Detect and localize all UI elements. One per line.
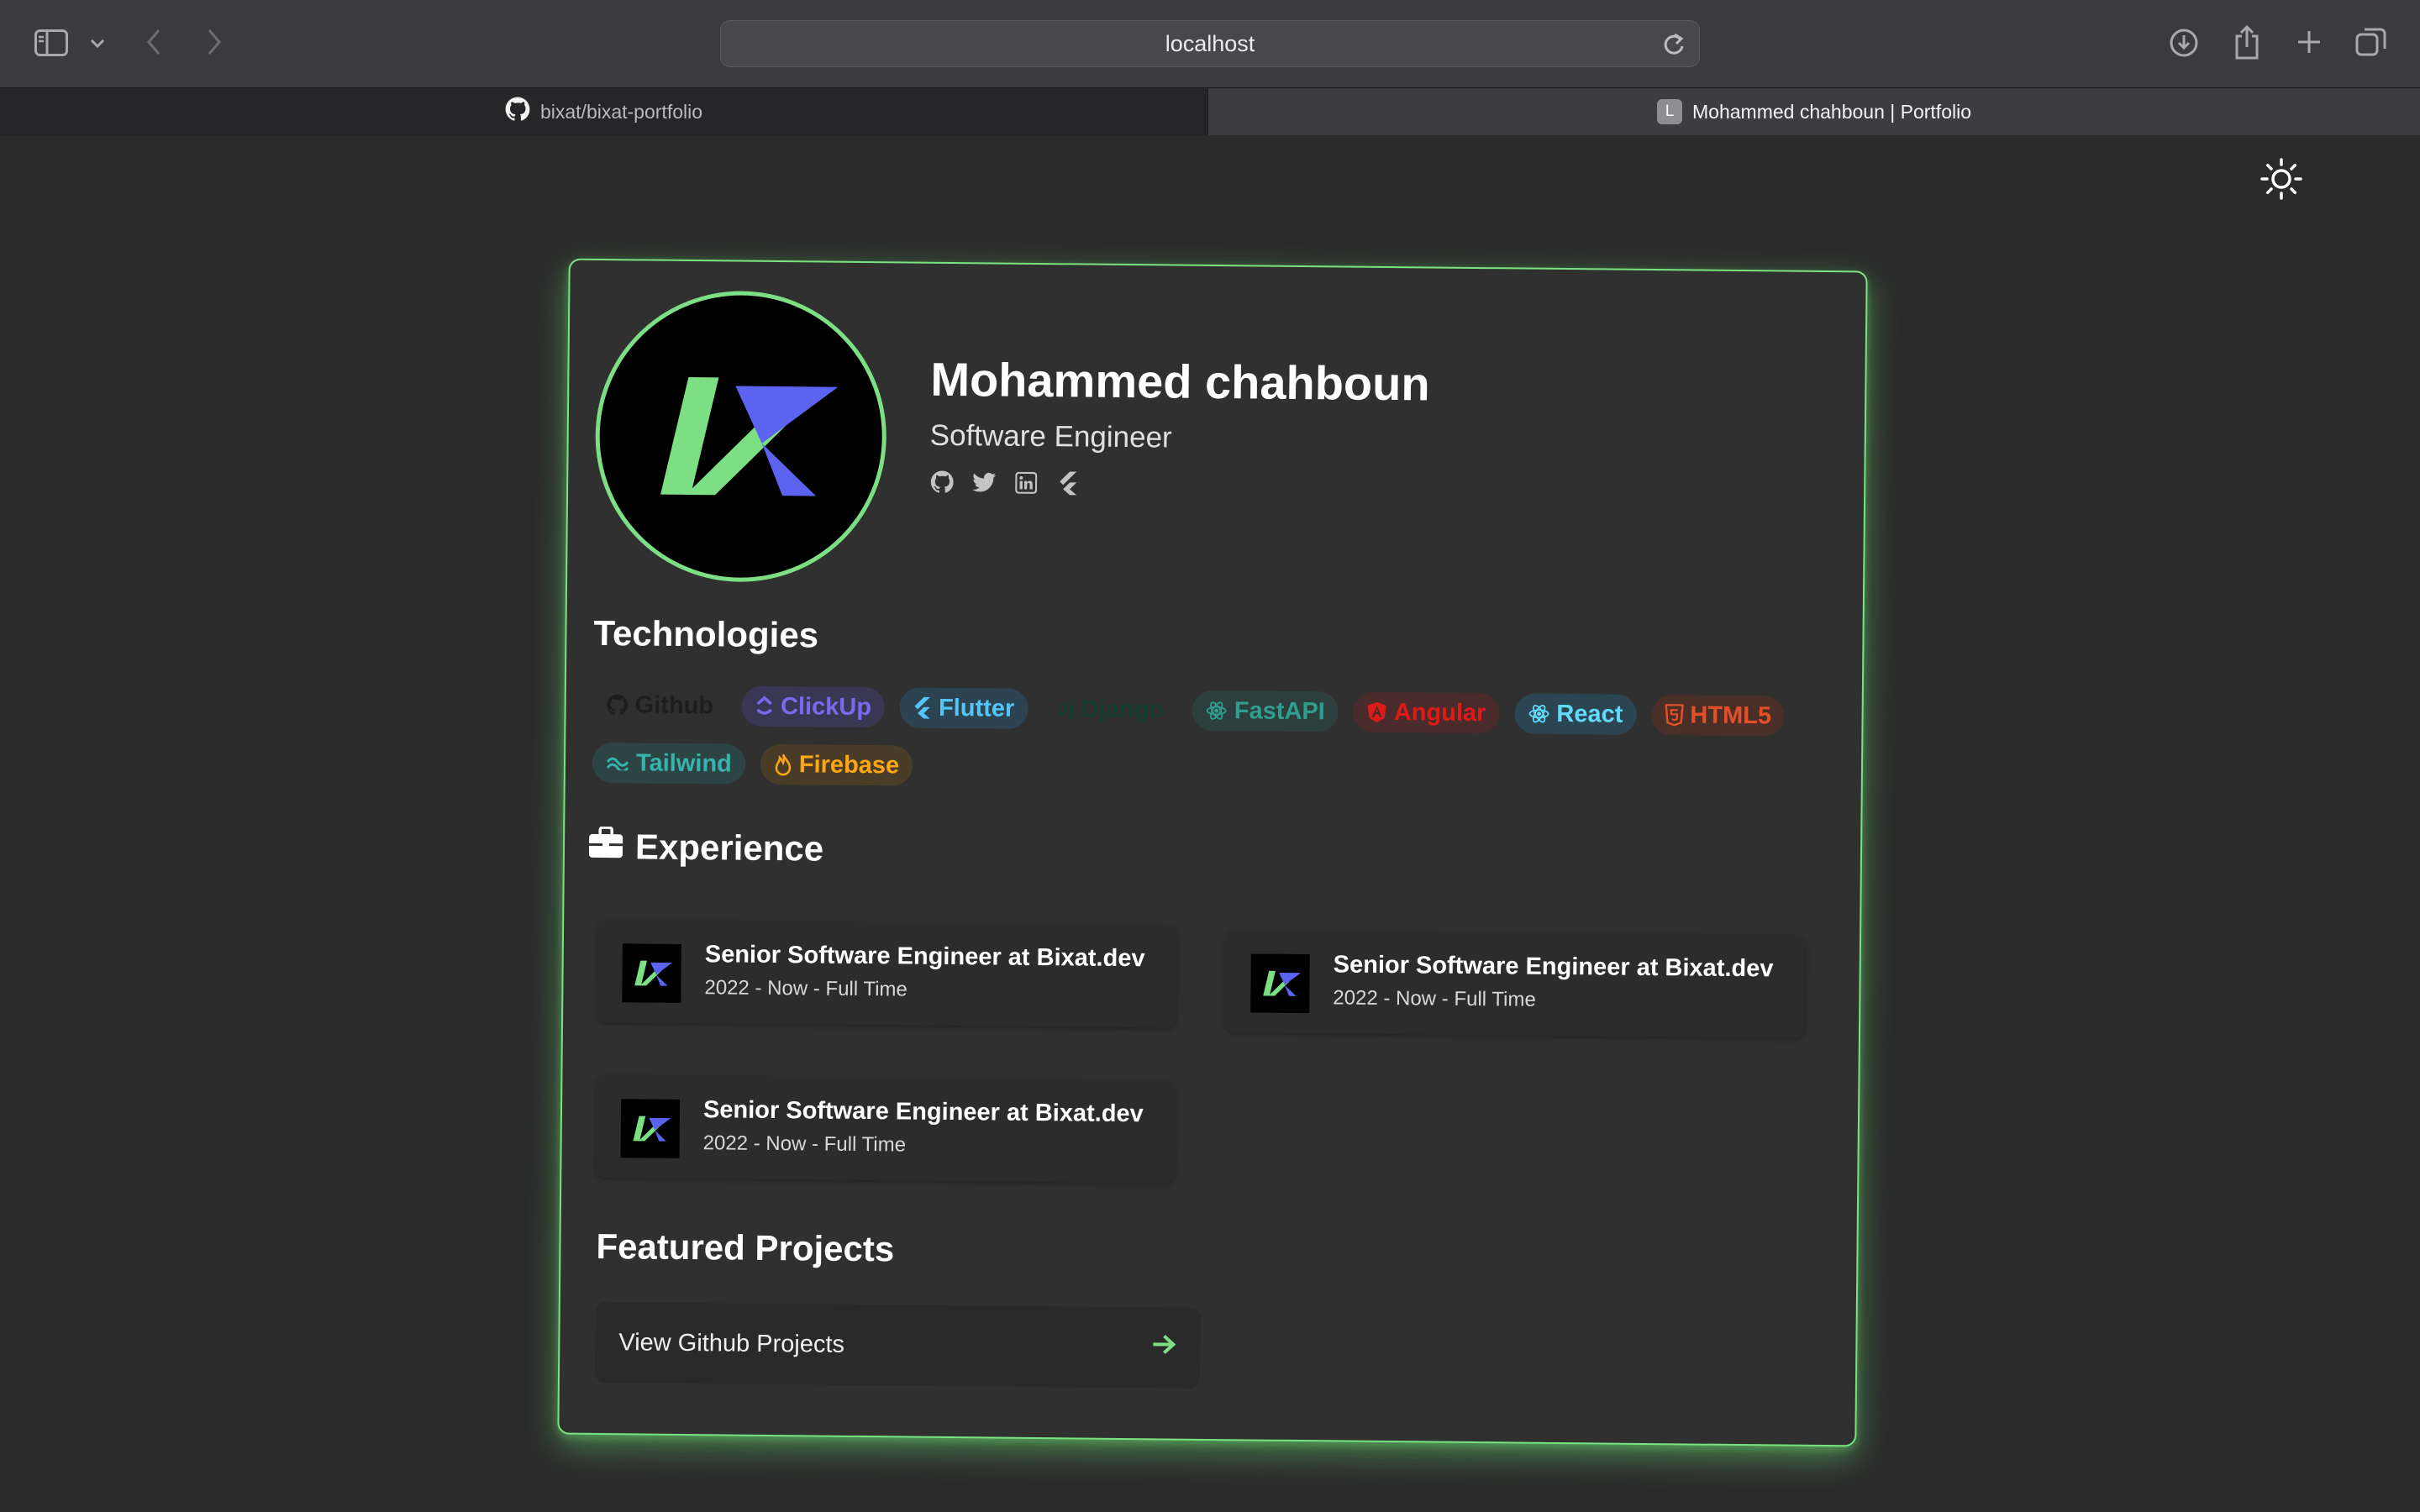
experience-subtitle: 2022 - Now - Full Time bbox=[702, 1131, 907, 1157]
tech-row-2: Tailwind Firebase bbox=[592, 742, 913, 786]
tech-chip-github: Github bbox=[592, 684, 728, 727]
experience-title: Senior Software Engineer at Bixat.dev bbox=[702, 1096, 1144, 1128]
twitter-icon[interactable] bbox=[971, 470, 997, 495]
section-title-text: Featured Projects bbox=[596, 1226, 895, 1269]
tech-chip-flutter: Flutter bbox=[899, 687, 1028, 729]
tab-title: Mohammed chahboun | Portfolio bbox=[1692, 100, 1971, 123]
tech-chip-fastapi: FastAPI bbox=[1192, 690, 1339, 732]
sun-icon[interactable] bbox=[2260, 158, 2302, 200]
experience-item[interactable]: Senior Software Engineer at Bixat.dev 20… bbox=[597, 919, 1178, 1028]
tab-title: bixat/bixat-portfolio bbox=[539, 100, 703, 123]
share-icon[interactable] bbox=[2232, 24, 2262, 60]
experience-title: Senior Software Engineer at Bixat.dev bbox=[1333, 951, 1774, 983]
html5-icon bbox=[1665, 704, 1684, 727]
address-bar[interactable]: localhost bbox=[720, 20, 1700, 67]
github-icon bbox=[505, 97, 530, 127]
download-icon[interactable] bbox=[2168, 27, 2200, 59]
tech-chip-react: React bbox=[1514, 693, 1637, 735]
view-github-projects-button[interactable]: View Github Projects bbox=[594, 1301, 1201, 1389]
chip-label: Tailwind bbox=[635, 748, 733, 778]
clickup-icon bbox=[755, 696, 774, 717]
avatar bbox=[594, 289, 888, 584]
chevron-down-icon[interactable] bbox=[87, 34, 108, 54]
flutter-icon[interactable] bbox=[1055, 470, 1081, 496]
experience-title: Senior Software Engineer at Bixat.dev bbox=[704, 941, 1145, 973]
forward-icon[interactable] bbox=[202, 27, 227, 57]
social-links bbox=[929, 470, 1081, 496]
experience-item[interactable]: Senior Software Engineer at Bixat.dev 20… bbox=[595, 1074, 1176, 1184]
chip-label: Angular bbox=[1393, 698, 1486, 727]
linkedin-icon[interactable] bbox=[1013, 470, 1039, 496]
chip-label: Flutter bbox=[938, 694, 1015, 722]
back-icon[interactable] bbox=[141, 27, 166, 57]
section-title-text: Technologies bbox=[593, 612, 819, 655]
chip-label: Firebase bbox=[798, 750, 900, 779]
tech-chip-html5: HTML5 bbox=[1651, 695, 1786, 737]
new-tab-icon[interactable] bbox=[2294, 27, 2324, 57]
tech-chip-django: dj Django bbox=[1043, 689, 1178, 731]
profile-role: Software Engineer bbox=[929, 418, 1172, 454]
tech-chip-clickup: ClickUp bbox=[741, 685, 886, 728]
profile-name: Mohammed chahboun bbox=[930, 352, 1430, 411]
firebase-icon bbox=[774, 753, 792, 776]
chip-label: FastAPI bbox=[1234, 696, 1325, 725]
django-icon: dj bbox=[1056, 697, 1075, 721]
experience-subtitle: 2022 - Now - Full Time bbox=[1333, 986, 1536, 1011]
bixat-logo-icon bbox=[660, 376, 839, 496]
chip-label: HTML5 bbox=[1690, 701, 1772, 729]
tech-chip-angular: Angular bbox=[1353, 691, 1500, 734]
featured-projects-heading: Featured Projects bbox=[596, 1226, 894, 1269]
tab-favicon: L bbox=[1657, 99, 1682, 124]
arrow-right-icon bbox=[1151, 1333, 1176, 1362]
button-label: View Github Projects bbox=[618, 1328, 845, 1358]
tech-row-1: Github ClickUp Flutter dj Django FastAPI… bbox=[592, 684, 1786, 737]
chip-label: ClickUp bbox=[780, 692, 872, 721]
technologies-heading: Technologies bbox=[593, 613, 818, 656]
bixat-logo-icon bbox=[622, 943, 681, 1003]
github-icon[interactable] bbox=[929, 470, 955, 495]
tab-github-repo[interactable]: bixat/bixat-portfolio bbox=[0, 88, 1208, 135]
bixat-logo-icon bbox=[1250, 953, 1310, 1014]
experience-item[interactable]: Senior Software Engineer at Bixat.dev 20… bbox=[1224, 930, 1807, 1038]
browser-toolbar: localhost bbox=[0, 0, 2420, 87]
chip-label: React bbox=[1556, 700, 1623, 728]
chip-label: Django bbox=[1081, 695, 1165, 723]
bixat-logo-icon bbox=[620, 1099, 681, 1158]
section-title-text: Experience bbox=[634, 827, 824, 869]
flutter-icon bbox=[913, 696, 932, 719]
tab-overview-icon[interactable] bbox=[2354, 25, 2388, 59]
experience-subtitle: 2022 - Now - Full Time bbox=[704, 976, 908, 1001]
portfolio-card: Mohammed chahboun Software Engineer Tech… bbox=[557, 258, 1868, 1447]
react-icon bbox=[1528, 703, 1549, 725]
tailwind-icon bbox=[606, 755, 629, 771]
sidebar-toggle-icon[interactable] bbox=[34, 29, 69, 57]
tab-portfolio[interactable]: L Mohammed chahboun | Portfolio bbox=[1208, 88, 2420, 135]
tech-chip-firebase: Firebase bbox=[760, 743, 913, 786]
chip-label: Github bbox=[634, 690, 714, 719]
url-text: localhost bbox=[1165, 30, 1255, 56]
angular-icon bbox=[1367, 701, 1387, 723]
github-icon bbox=[607, 694, 629, 716]
react-icon bbox=[1206, 700, 1228, 722]
tab-strip: bixat/bixat-portfolio L Mohammed chahbou… bbox=[0, 87, 2420, 135]
experience-heading: Experience bbox=[588, 826, 824, 869]
tech-chip-tailwind: Tailwind bbox=[592, 742, 746, 785]
briefcase-icon bbox=[588, 826, 623, 867]
reload-icon[interactable] bbox=[1662, 32, 1686, 63]
